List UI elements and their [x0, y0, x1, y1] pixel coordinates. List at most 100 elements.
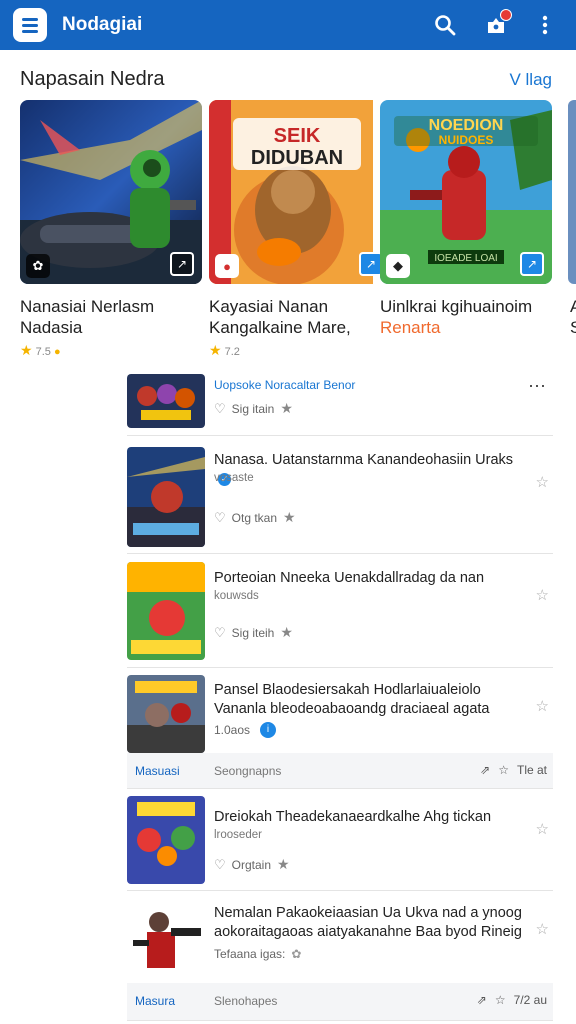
- item-title-line1: Nemalan Pakaokeiaasian Ua Ukva nad a yno…: [214, 905, 522, 921]
- game-badge-icon: ✿: [26, 254, 50, 278]
- game-cover: ✿ ↗: [20, 100, 202, 284]
- app-title: Nodagiai: [62, 14, 143, 35]
- cover-title-line1: NOEDION: [429, 117, 504, 134]
- section-title: Napasain Nedra: [20, 68, 165, 90]
- next-card-peek: A S: [570, 297, 576, 337]
- share-icon[interactable]: ⇗: [480, 763, 490, 777]
- star-icon[interactable]: ☆: [498, 763, 509, 777]
- star-icon[interactable]: ★: [280, 624, 293, 641]
- featured-card[interactable]: SEIK DIDUBAN ● ↗ Kayasiai Nanan Kangalka…: [209, 100, 391, 359]
- footer-link[interactable]: Masuasi: [135, 764, 180, 778]
- footer-label: Slenohapes: [214, 994, 278, 1008]
- item-title-line2: Vananla bleodeoabaoandg draciaeal agata: [214, 701, 490, 717]
- meta-text: Sig itain: [231, 401, 275, 416]
- card-title: Uinlkrai kgihuainoim: [380, 297, 533, 316]
- heart-icon[interactable]: ♡: [214, 857, 226, 873]
- cover-title-line2: DIDUBAN: [251, 147, 343, 169]
- featured-card[interactable]: NOEDION NUIDOES IOEADE LOAI ◆ ↗ Uinlkrai…: [380, 100, 552, 338]
- card-subtitle: Nadasia: [20, 318, 83, 337]
- star-icon: ★: [209, 342, 222, 358]
- featured-card[interactable]: ✿ ↗ Nanasiai Nerlasm Nadasia ★ 7.5 ●: [20, 100, 202, 359]
- info-icon: i: [260, 722, 277, 738]
- item-meta: ♡ Sig iteih ★: [214, 624, 293, 641]
- heart-icon[interactable]: ♡: [214, 510, 226, 526]
- heart-icon[interactable]: ♡: [214, 625, 226, 641]
- star-icon[interactable]: ★: [280, 400, 293, 417]
- footer-actions: ⇗ ☆ Tle at: [480, 763, 547, 777]
- footer-label: Seongnapns: [214, 764, 282, 778]
- item-title-line1: Pansel Blaodesiersakah Hodlarlaiualeiolo: [214, 682, 481, 698]
- heart-icon[interactable]: ♡: [214, 401, 226, 417]
- list-item[interactable]: Nanasa. Uatanstarnma Kanandeohasiin Urak…: [127, 437, 553, 554]
- item-meta: Tefaana igas: ✿: [214, 947, 301, 961]
- favorite-star-icon[interactable]: ☆: [536, 697, 549, 715]
- rating-value: 7.2: [224, 346, 240, 358]
- game-badge-icon: ◆: [386, 254, 410, 278]
- favorite-star-icon[interactable]: ☆: [536, 820, 549, 838]
- item-meta: ♡ Otg tkan ★: [214, 509, 296, 526]
- item-title-line2: aokoraitagaoas aiatyakanahne Baa byod Ri…: [214, 924, 522, 940]
- app-header: Nodagiai: [0, 0, 576, 50]
- favorite-star-icon[interactable]: ☆: [536, 920, 549, 938]
- item-subtitle: lrooseder: [214, 829, 262, 841]
- menu-icon[interactable]: [13, 8, 47, 42]
- item-title: Dreiokah Theadekanaeardkalhe Ahg tickan: [214, 809, 492, 825]
- item-title: Pansel Blaodesiersakah Hodlarlaiualeiolo…: [214, 681, 530, 719]
- more-vert-icon[interactable]: [532, 12, 558, 38]
- list-footer: Masura Slenohapes ⇗ ☆ 7/2 au: [127, 983, 553, 1021]
- item-meta: ♡ Orgtain ★: [214, 856, 290, 873]
- list-thumbnail: [127, 900, 205, 980]
- meta-text: Otg tkan: [231, 510, 278, 525]
- meta-text: Sig iteih: [231, 625, 275, 640]
- list-item[interactable]: Porteoian Nneeka Uenakdallradag da nan k…: [127, 555, 553, 668]
- card-subtitle: Kangalkaine Mare,: [209, 318, 351, 337]
- list-thumbnail: [127, 374, 205, 428]
- game-badge-icon: ●: [215, 254, 239, 278]
- item-subtitle: kouwsds: [214, 590, 259, 602]
- item-meta: 1.0aos i: [214, 722, 277, 738]
- cover-title-line2: NUIDOES: [439, 133, 494, 147]
- footer-actions: ⇗ ☆ 7/2 au: [477, 993, 547, 1007]
- footer-value: Tle at: [516, 763, 547, 777]
- open-icon[interactable]: ↗: [520, 252, 544, 276]
- meta-text: 1.0aos: [214, 723, 251, 737]
- item-subtitle: vosaste: [214, 472, 254, 484]
- card-rating: ★ 7.2: [209, 342, 391, 359]
- open-icon[interactable]: ↗: [170, 252, 194, 276]
- card-title: Kayasiai Nanan: [209, 297, 329, 316]
- list-item[interactable]: Nemalan Pakaokeiaasian Ua Ukva nad a yno…: [127, 892, 553, 982]
- gear-icon: ✿: [291, 947, 302, 961]
- list-thumbnail: [127, 447, 205, 547]
- favorite-star-icon[interactable]: ☆: [536, 586, 549, 604]
- item-title: Porteoian Nneeka Uenakdallradag da nan: [214, 570, 485, 586]
- item-meta: ♡ Sig itain ★: [214, 400, 293, 417]
- view-all-link[interactable]: V llag: [509, 70, 552, 90]
- cover-bottom-label: IOEADE LOAI: [434, 253, 497, 264]
- item-title: Nemalan Pakaokeiaasian Ua Ukva nad a yno…: [214, 904, 530, 942]
- cover-title-line1: SEIK: [274, 125, 321, 147]
- item-title: Nanasa. Uatanstarnma Kanandeohasiin Urak…: [214, 451, 530, 489]
- search-icon[interactable]: [432, 12, 458, 38]
- share-icon[interactable]: ⇗: [477, 993, 487, 1007]
- meta-text: Orgtain: [231, 857, 272, 872]
- star-icon[interactable]: ★: [277, 856, 290, 873]
- notification-icon[interactable]: [483, 9, 512, 38]
- game-cover: NOEDION NUIDOES IOEADE LOAI ◆ ↗: [380, 100, 552, 284]
- star-icon[interactable]: ★: [283, 509, 296, 526]
- star-icon[interactable]: ☆: [495, 993, 506, 1007]
- list-item[interactable]: Dreiokah Theadekanaeardkalhe Ahg tickan …: [127, 790, 553, 891]
- next-card-cover[interactable]: [568, 100, 576, 284]
- notification-badge: [500, 9, 512, 21]
- game-cover: SEIK DIDUBAN ● ↗: [209, 100, 391, 284]
- list-thumbnail: [127, 796, 205, 884]
- card-rating: ★ 7.5 ●: [20, 342, 61, 358]
- list-item[interactable]: Uopsoke Noracaltar Benor ♡ Sig itain ★ ⋯: [127, 370, 553, 436]
- list-thumbnail: [127, 562, 205, 660]
- favorite-star-icon[interactable]: ☆: [536, 473, 549, 491]
- footer-link[interactable]: Masura: [135, 994, 175, 1008]
- more-options-icon[interactable]: ⋯: [528, 376, 547, 397]
- rating-value: 7.5: [35, 346, 51, 358]
- card-title: Nanasiai Nerlasm: [20, 297, 155, 316]
- list-item[interactable]: Pansel Blaodesiersakah Hodlarlaiualeiolo…: [127, 669, 553, 753]
- item-title-text: Nanasa. Uatanstarnma Kanandeohasiin Urak…: [214, 452, 514, 468]
